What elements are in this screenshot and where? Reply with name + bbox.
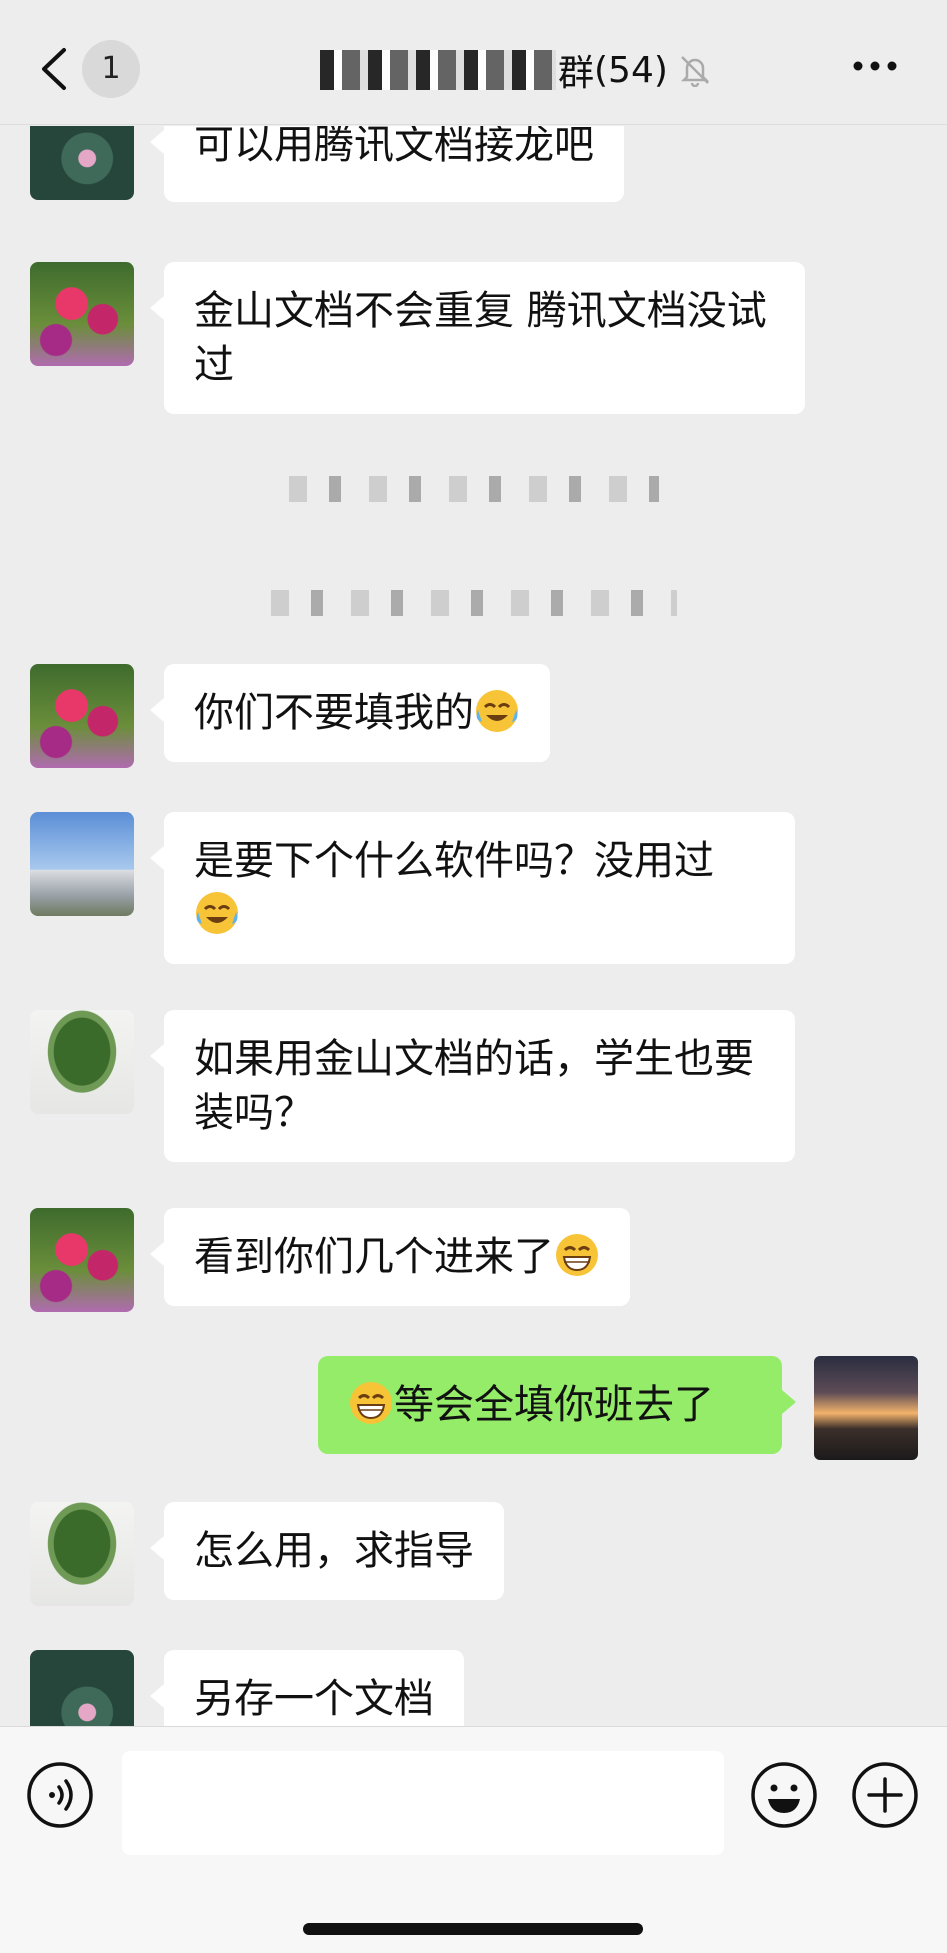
message-text: 另存一个文档: [194, 1676, 434, 1722]
crying-laughing-emoji: [476, 690, 518, 732]
message-bubble-self[interactable]: 等会全填你班去了: [318, 1356, 796, 1454]
system-message-redacted: [0, 476, 947, 502]
message-bubble[interactable]: 金山文档不会重复 腾讯文档没试过: [150, 262, 805, 414]
message-bubble[interactable]: 你们不要填我的: [150, 664, 550, 762]
message-text: 可以用腾讯文档接龙吧: [194, 126, 594, 168]
chat-header: 1 群 (54): [0, 0, 947, 125]
bell-slash-icon: [680, 56, 709, 87]
tree-avatar[interactable]: [30, 1010, 134, 1114]
message-input[interactable]: [122, 1751, 724, 1855]
chevron-left-icon[interactable]: [38, 46, 68, 92]
message-bubble[interactable]: 看到你们几个进来了: [150, 1208, 630, 1306]
flower-avatar[interactable]: [30, 664, 134, 768]
home-indicator: [303, 1923, 643, 1935]
member-count: (54): [594, 49, 668, 91]
message-text: 是要下个什么软件吗？没用过: [194, 838, 714, 884]
message-bubble[interactable]: 怎么用，求指导: [150, 1502, 504, 1600]
tree-avatar[interactable]: [30, 1502, 134, 1606]
system-message-redacted: [0, 590, 947, 616]
message-bubble[interactable]: 可以用腾讯文档接龙吧: [150, 126, 624, 202]
plus-circle-icon[interactable]: [851, 1761, 919, 1829]
message-text: 你们不要填我的: [194, 690, 474, 736]
city-avatar[interactable]: [30, 812, 134, 916]
self-avatar[interactable]: [814, 1356, 918, 1460]
smiley-icon[interactable]: [750, 1761, 818, 1829]
message-bubble[interactable]: 如果用金山文档的话，学生也要装吗？: [150, 1010, 795, 1162]
grinning-emoji: [556, 1234, 598, 1276]
message-text: 看到你们几个进来了: [194, 1234, 554, 1280]
message-text: 金山文档不会重复 腾讯文档没试过: [194, 288, 767, 388]
crying-laughing-emoji: [196, 892, 238, 934]
lotus-avatar[interactable]: [30, 1650, 134, 1726]
grinning-emoji: [350, 1382, 392, 1424]
message-list[interactable]: 可以用腾讯文档接龙吧 金山文档不会重复 腾讯文档没试过 你们不要填我的 是要下个…: [0, 126, 947, 1726]
message-text: 等会全填你班去了: [394, 1382, 714, 1428]
flower-avatar[interactable]: [30, 1208, 134, 1312]
message-text: 如果用金山文档的话，学生也要装吗？: [194, 1036, 754, 1136]
voice-icon[interactable]: [26, 1761, 94, 1829]
more-horizontal-icon[interactable]: [852, 55, 898, 77]
message-bubble[interactable]: 是要下个什么软件吗？没用过: [150, 812, 795, 964]
redacted-group-name: [320, 50, 556, 90]
unread-count-badge[interactable]: 1: [82, 40, 140, 98]
chat-title[interactable]: 群 (54): [320, 46, 712, 94]
group-name-suffix: 群: [558, 53, 595, 94]
lotus-avatar[interactable]: [30, 126, 134, 200]
input-bar: [0, 1726, 947, 1953]
message-text: 怎么用，求指导: [194, 1528, 474, 1574]
message-bubble[interactable]: 另存一个文档: [150, 1650, 464, 1726]
flower-avatar[interactable]: [30, 262, 134, 366]
